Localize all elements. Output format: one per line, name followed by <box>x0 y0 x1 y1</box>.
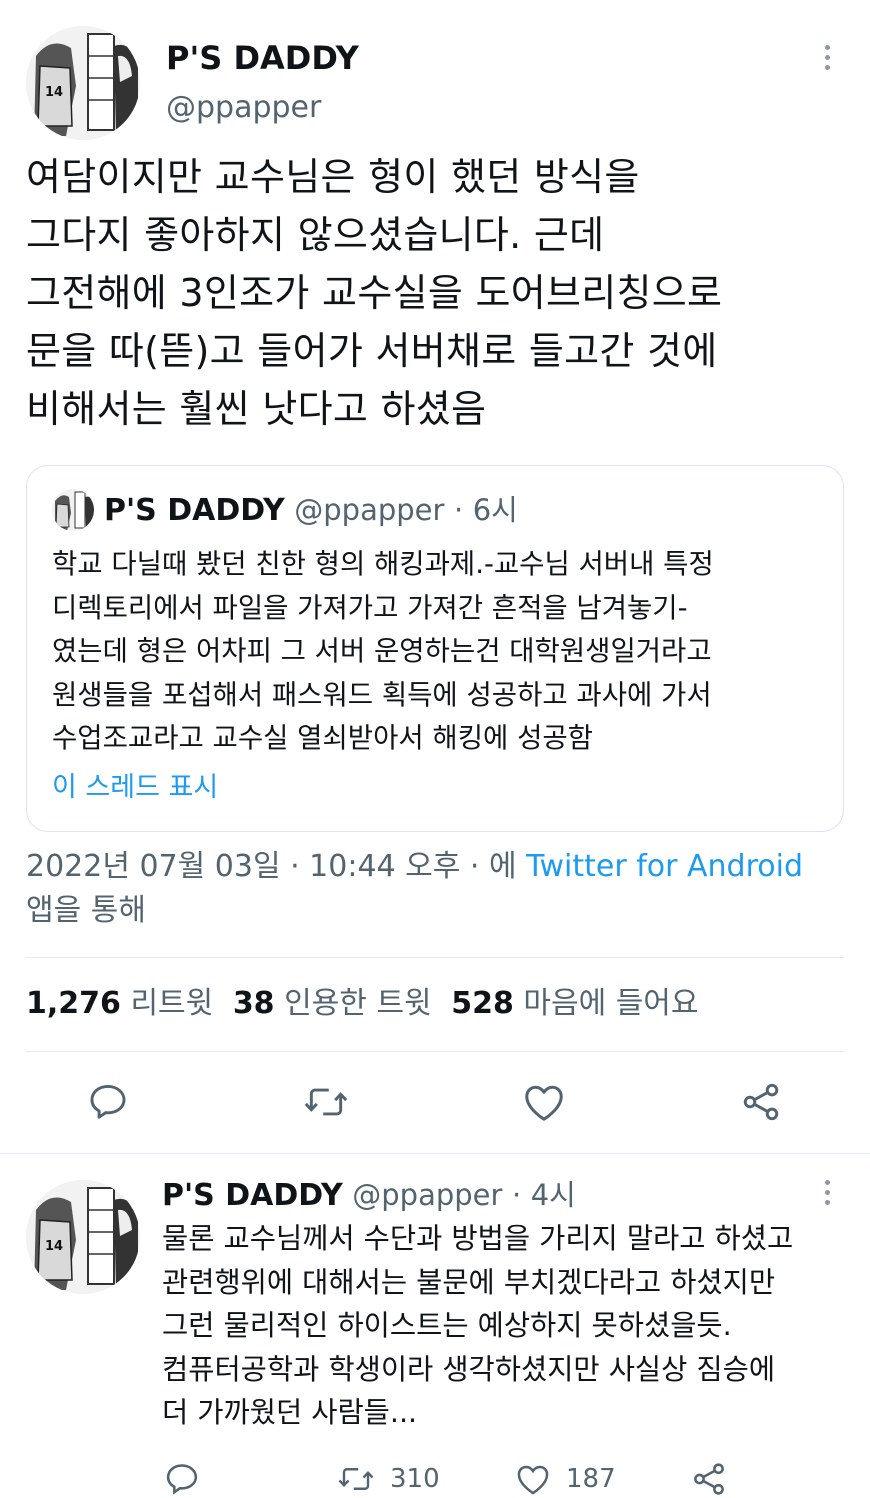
share-icon <box>743 1083 779 1121</box>
retweet-icon <box>338 1468 374 1490</box>
divider <box>26 1051 844 1052</box>
likes-label: 마음에 들어요 <box>523 986 699 1021</box>
retweet-button[interactable] <box>302 1080 350 1124</box>
reply-text-line: 컴퓨터공학과 학생이라 생각하셨지만 사실상 짐승에 <box>162 1352 776 1386</box>
heart-icon <box>525 1085 563 1121</box>
author-avatar[interactable]: 14 <box>26 26 140 140</box>
more-vertical-icon <box>824 1180 830 1185</box>
show-thread-link[interactable]: 이 스레드 표시 <box>52 768 218 808</box>
jersey-number: 14 <box>45 85 63 100</box>
quote-author-handle: @ppapper <box>294 493 445 527</box>
quote-text-line: 였는데 형은 어차피 그 서버 운영하는건 대학원생일거라고 <box>52 635 712 667</box>
more-options-button[interactable] <box>818 45 836 75</box>
quote-text-line: 학교 다닐때 봤던 친한 형의 해킹과제.-교수님 서버내 특정 <box>52 548 714 580</box>
reply-retweet-button[interactable]: 310 <box>336 1460 446 1498</box>
tweet-stats: 1,276 리트윗 38 인용한 트윗 528 마음에 들어요 <box>26 982 699 1026</box>
reply-reply-button[interactable] <box>163 1460 201 1498</box>
more-vertical-icon <box>824 45 830 50</box>
tweet-text: 여담이지만 교수님은 형이 했던 방식을 그다지 좋아하지 않으셨습니다. 근데… <box>26 148 856 438</box>
tweet-text-line: 그전해에 3인조가 교수실을 도어브리칭으로 <box>26 271 723 315</box>
reply-share-button[interactable] <box>690 1460 728 1498</box>
tweet-text-line: 비해서는 훨씬 낫다고 하셨음 <box>26 387 487 431</box>
manga-avatar-icon: 14 <box>26 1180 140 1294</box>
share-button[interactable] <box>739 1080 783 1124</box>
reply-more-options-button[interactable] <box>818 1180 836 1210</box>
reply-time[interactable]: 4시 <box>531 1178 576 1212</box>
quotes-count: 38 <box>232 986 275 1021</box>
retweet-icon <box>304 1088 348 1116</box>
quotes-stat[interactable]: 38 인용한 트윗 <box>233 986 441 1021</box>
jersey-number: 14 <box>45 1239 63 1254</box>
manga-avatar-icon: 14 <box>26 26 140 140</box>
reply-icon <box>166 1464 198 1495</box>
reply-author-avatar[interactable]: 14 <box>26 1180 140 1294</box>
tweet-meta: 2022년 07월 03일 · 10:44 오후 · 에 Twitter for… <box>26 845 856 933</box>
divider <box>0 1153 870 1154</box>
retweets-label: 리트윗 <box>130 986 214 1021</box>
reply-like-button[interactable]: 187 <box>514 1460 624 1498</box>
reply-author-handle[interactable]: @ppapper <box>352 1178 502 1212</box>
reply-author-display-name[interactable]: P'S DADDY <box>162 1178 343 1213</box>
tweet-source-link[interactable]: Twitter for Android <box>526 849 803 884</box>
reply-header: P'S DADDY @ppapper · 4시 <box>162 1175 576 1216</box>
quote-author-avatar <box>52 489 94 531</box>
likes-count: 528 <box>451 986 514 1021</box>
author-display-name[interactable]: P'S DADDY <box>166 38 359 78</box>
reply-text-line: 그런 물리적인 하이스트는 예상하지 못하셨을듯. <box>162 1309 732 1342</box>
tweet-timestamp[interactable]: 2022년 07월 03일 · 10:44 오후 · 에 <box>26 849 517 884</box>
quote-text-line: 수업조교라고 교수실 열쇠받아서 해킹에 성공함 <box>52 722 593 754</box>
quote-text: 학교 다닐때 봤던 친한 형의 해킹과제.-교수님 서버내 특정 디렉토리에서 … <box>52 543 832 761</box>
reply-button[interactable] <box>86 1080 130 1124</box>
tweet-text-line: 문을 따(뜯)고 들어가 서버채로 들고간 것에 <box>26 329 718 373</box>
reply-icon <box>90 1084 126 1119</box>
tweet-text-line: 여담이지만 교수님은 형이 했던 방식을 <box>26 155 640 199</box>
reply-text-line: 관련행위에 대해서는 불문에 부치겠다라고 하셨지만 <box>162 1265 776 1299</box>
quote-time: 6시 <box>472 493 518 527</box>
likes-stat[interactable]: 528 마음에 들어요 <box>451 986 698 1021</box>
tweet-source-suffix: 앱을 통해 <box>26 893 146 928</box>
quote-header: P'S DADDY @ppapper · 6시 <box>104 490 518 531</box>
quote-separator: · <box>453 493 464 527</box>
retweets-stat[interactable]: 1,276 리트윗 <box>26 986 223 1021</box>
tweet-text-line: 그다지 좋아하지 않으셨습니다. 근데 <box>26 213 605 257</box>
quote-author-display-name: P'S DADDY <box>104 493 285 528</box>
author-handle[interactable]: @ppapper <box>166 89 321 127</box>
quote-text-line: 디렉토리에서 파일을 가져가고 가져간 흔적을 남겨놓기- <box>52 591 688 624</box>
divider <box>26 957 844 958</box>
reply-text-line: 더 가까웠던 사람들... <box>162 1396 418 1429</box>
reply-text: 물론 교수님께서 수단과 방법을 가리지 말라고 하셨고 관련행위에 대해서는 … <box>162 1217 852 1435</box>
like-button[interactable] <box>521 1080 567 1124</box>
quote-text-line: 원생들을 포섭해서 패스워드 획득에 성공하고 과사에 가서 <box>52 678 712 711</box>
reply-separator: · <box>511 1178 522 1212</box>
reply-text-line: 물론 교수님께서 수단과 방법을 가리지 말라고 하셨고 <box>162 1222 794 1255</box>
share-icon <box>694 1463 724 1495</box>
quotes-label: 인용한 트윗 <box>284 986 432 1021</box>
heart-icon <box>517 1465 549 1495</box>
retweets-count: 1,276 <box>26 986 121 1021</box>
manga-avatar-icon <box>52 489 94 531</box>
